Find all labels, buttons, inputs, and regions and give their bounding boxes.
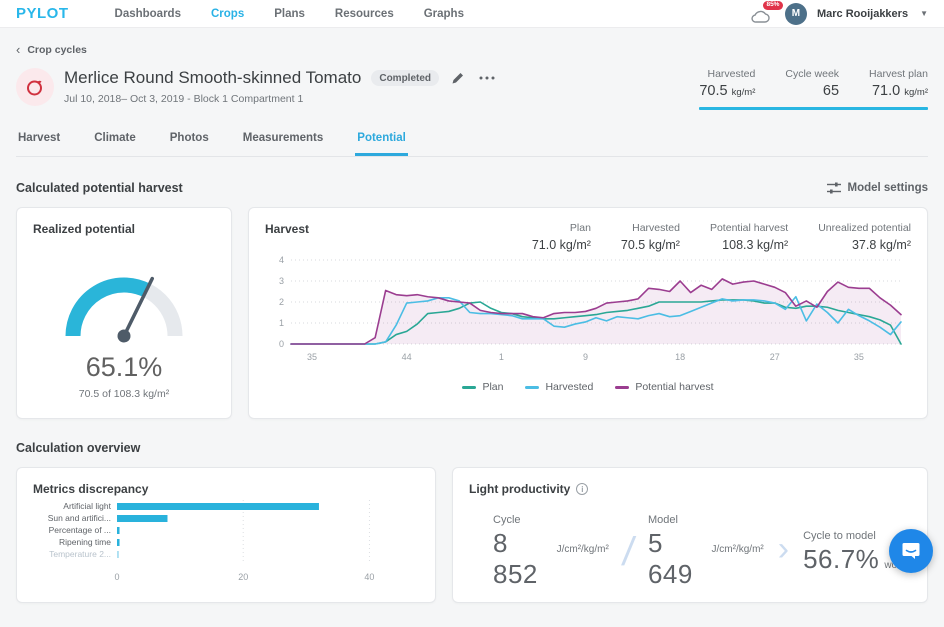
svg-text:1: 1: [279, 318, 284, 328]
svg-text:0: 0: [114, 572, 119, 582]
legend-swatch-harvested: [525, 386, 539, 389]
stat-unrealized-potential: Unrealized potential 37.8 kg/m²: [818, 222, 911, 252]
chevron-down-icon[interactable]: ▼: [920, 9, 928, 18]
realized-potential-card: Realized potential 65.1% 70.5 of 108.3 k…: [16, 207, 232, 419]
page-title: Merlice Round Smooth-skinned Tomato: [64, 68, 361, 88]
svg-text:2: 2: [279, 297, 284, 307]
svg-text:4: 4: [279, 255, 284, 265]
chat-launcher-button[interactable]: [889, 529, 933, 573]
stat-harvest-plan: Harvest plan 71.0 kg/m²: [869, 68, 928, 99]
ellipsis-icon: [479, 76, 495, 80]
cloud-icon: [751, 9, 771, 23]
svg-text:9: 9: [583, 352, 588, 362]
svg-text:Percentage of ...: Percentage of ...: [49, 525, 111, 535]
legend-potential-harvest[interactable]: Potential harvest: [615, 381, 713, 393]
stat-harvested: Harvested 70.5 kg/m²: [699, 68, 755, 99]
more-options-button[interactable]: [477, 74, 497, 82]
crop-avatar: [16, 68, 54, 106]
stat-harvested-chart: Harvested 70.5 kg/m²: [621, 222, 680, 252]
svg-text:27: 27: [770, 352, 780, 362]
status-badge: Completed: [371, 70, 439, 86]
weather-notification-icon[interactable]: 85%: [751, 5, 775, 23]
svg-text:Artificial light: Artificial light: [63, 501, 111, 511]
crop-tabs: Harvest Climate Photos Measurements Pote…: [16, 124, 928, 157]
harvest-line-chart[interactable]: 0 1 2 3 4 35 44 1 9 18 27 35: [265, 252, 911, 370]
realized-potential-title: Realized potential: [33, 222, 215, 236]
light-card-title: Light productivity: [469, 482, 570, 496]
svg-text:35: 35: [307, 352, 317, 362]
nav-item-resources[interactable]: Resources: [335, 8, 394, 20]
stat-plan: Plan 71.0 kg/m²: [532, 222, 591, 252]
gauge-percent-value: 65.1%: [86, 352, 163, 383]
svg-text:35: 35: [854, 352, 864, 362]
stats-accent-underline: [699, 107, 928, 110]
user-name[interactable]: Marc Rooijakkers: [817, 8, 908, 20]
light-productivity-card: Light productivity i Cycle 8 852 J/cm²/k…: [452, 467, 928, 603]
model-settings-button[interactable]: Model settings: [827, 182, 928, 194]
svg-text:3: 3: [279, 276, 284, 286]
harvest-card-stats: Plan 71.0 kg/m² Harvested 70.5 kg/m² Pot…: [532, 222, 911, 252]
legend-harvested[interactable]: Harvested: [525, 381, 593, 393]
svg-text:44: 44: [402, 352, 412, 362]
crop-dates-location: Jul 10, 2018– Oct 3, 2019 - Block 1 Comp…: [64, 93, 497, 105]
top-nav: PYLOT Dashboards Crops Plans Resources G…: [0, 0, 944, 28]
stat-cycle: Cycle 8 852 J/cm²/kg/m²: [493, 514, 609, 590]
pylot-logo: PYLOT: [16, 5, 69, 22]
info-icon[interactable]: i: [576, 483, 588, 495]
section-title-potential: Calculated potential harvest: [16, 181, 183, 195]
notification-badge: 85%: [763, 1, 783, 11]
breadcrumb-back[interactable]: ‹ Crop cycles: [16, 43, 928, 56]
tomato-icon: [25, 77, 45, 97]
crop-header: Merlice Round Smooth-skinned Tomato Comp…: [16, 68, 928, 110]
svg-text:Temperature 2...: Temperature 2...: [49, 549, 111, 559]
svg-text:40: 40: [364, 572, 374, 582]
main-nav: Dashboards Crops Plans Resources Graphs: [115, 8, 751, 20]
svg-text:18: 18: [675, 352, 685, 362]
nav-item-dashboards[interactable]: Dashboards: [115, 8, 181, 20]
realized-potential-gauge: [49, 258, 199, 346]
pencil-icon: [451, 71, 465, 85]
chevron-left-icon: ‹: [16, 43, 20, 56]
tune-icon: [827, 182, 841, 194]
section-title-calculation: Calculation overview: [16, 441, 140, 455]
nav-item-crops[interactable]: Crops: [211, 8, 244, 20]
stat-cycle-week: Cycle week 65: [785, 68, 839, 99]
metrics-card-title: Metrics discrepancy: [33, 482, 419, 496]
stat-model: Model 5 649 J/cm²/kg/m²: [648, 514, 764, 590]
tab-measurements[interactable]: Measurements: [241, 124, 326, 156]
tab-potential[interactable]: Potential: [355, 124, 408, 156]
user-avatar[interactable]: M: [785, 3, 807, 25]
nav-item-graphs[interactable]: Graphs: [424, 8, 464, 20]
metrics-bar-chart[interactable]: 0 20 40 Artificial light Sun and artifici...…: [33, 496, 421, 586]
breadcrumb-label: Crop cycles: [27, 44, 87, 56]
tab-climate[interactable]: Climate: [92, 124, 138, 156]
chevron-right-icon: ›: [778, 532, 789, 566]
svg-text:Sun and artifici...: Sun and artifici...: [48, 513, 111, 523]
stat-potential-harvest: Potential harvest 108.3 kg/m²: [710, 222, 788, 252]
harvest-chart-legend: Plan Harvested Potential harvest: [265, 381, 911, 393]
chat-bubble-icon: [901, 541, 921, 561]
slash-divider-icon: /: [620, 532, 637, 572]
gauge-detail-text: 70.5 of 108.3 kg/m²: [79, 388, 169, 400]
tab-harvest[interactable]: Harvest: [16, 124, 62, 156]
edit-button[interactable]: [449, 69, 467, 87]
nav-item-plans[interactable]: Plans: [274, 8, 305, 20]
header-stats: Harvested 70.5 kg/m² Cycle week 65 Harve…: [699, 68, 928, 110]
svg-text:0: 0: [279, 339, 284, 349]
svg-text:Ripening time: Ripening time: [59, 537, 111, 547]
legend-swatch-plan: [462, 386, 476, 389]
metrics-discrepancy-card: Metrics discrepancy 0 20 40 Artificial ligh…: [16, 467, 436, 603]
harvest-chart-card: Harvest Plan 71.0 kg/m² Harvested 70.5 k…: [248, 207, 928, 419]
svg-text:20: 20: [238, 572, 248, 582]
legend-plan[interactable]: Plan: [462, 381, 503, 393]
tab-photos[interactable]: Photos: [168, 124, 211, 156]
harvest-card-title: Harvest: [265, 222, 309, 236]
svg-text:1: 1: [499, 352, 504, 362]
legend-swatch-potential: [615, 386, 629, 389]
